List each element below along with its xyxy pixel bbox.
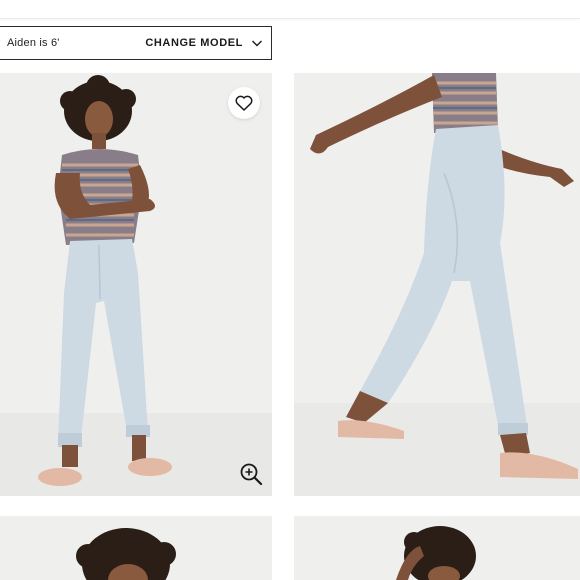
product-image-side[interactable] [294,73,580,496]
product-image-front[interactable] [0,73,272,496]
model-closeup-photo-2 [294,516,580,580]
top-divider [0,0,580,19]
change-model-button[interactable]: CHANGE MODEL [145,37,263,49]
model-side-photo [294,73,580,496]
product-image-closeup-2[interactable] [294,516,580,580]
favorite-button[interactable] [228,87,260,119]
zoom-button[interactable] [238,461,264,487]
product-image-closeup-1[interactable] [0,516,272,580]
change-model-label: CHANGE MODEL [145,37,243,49]
model-name-label: Aiden is 6' [7,37,60,49]
model-closeup-photo-1 [0,516,272,580]
model-selector[interactable]: Aiden is 6' CHANGE MODEL [0,26,272,60]
chevron-down-icon [252,40,262,47]
heart-icon [235,95,253,111]
model-front-photo [0,73,272,496]
zoom-in-icon [240,463,263,486]
